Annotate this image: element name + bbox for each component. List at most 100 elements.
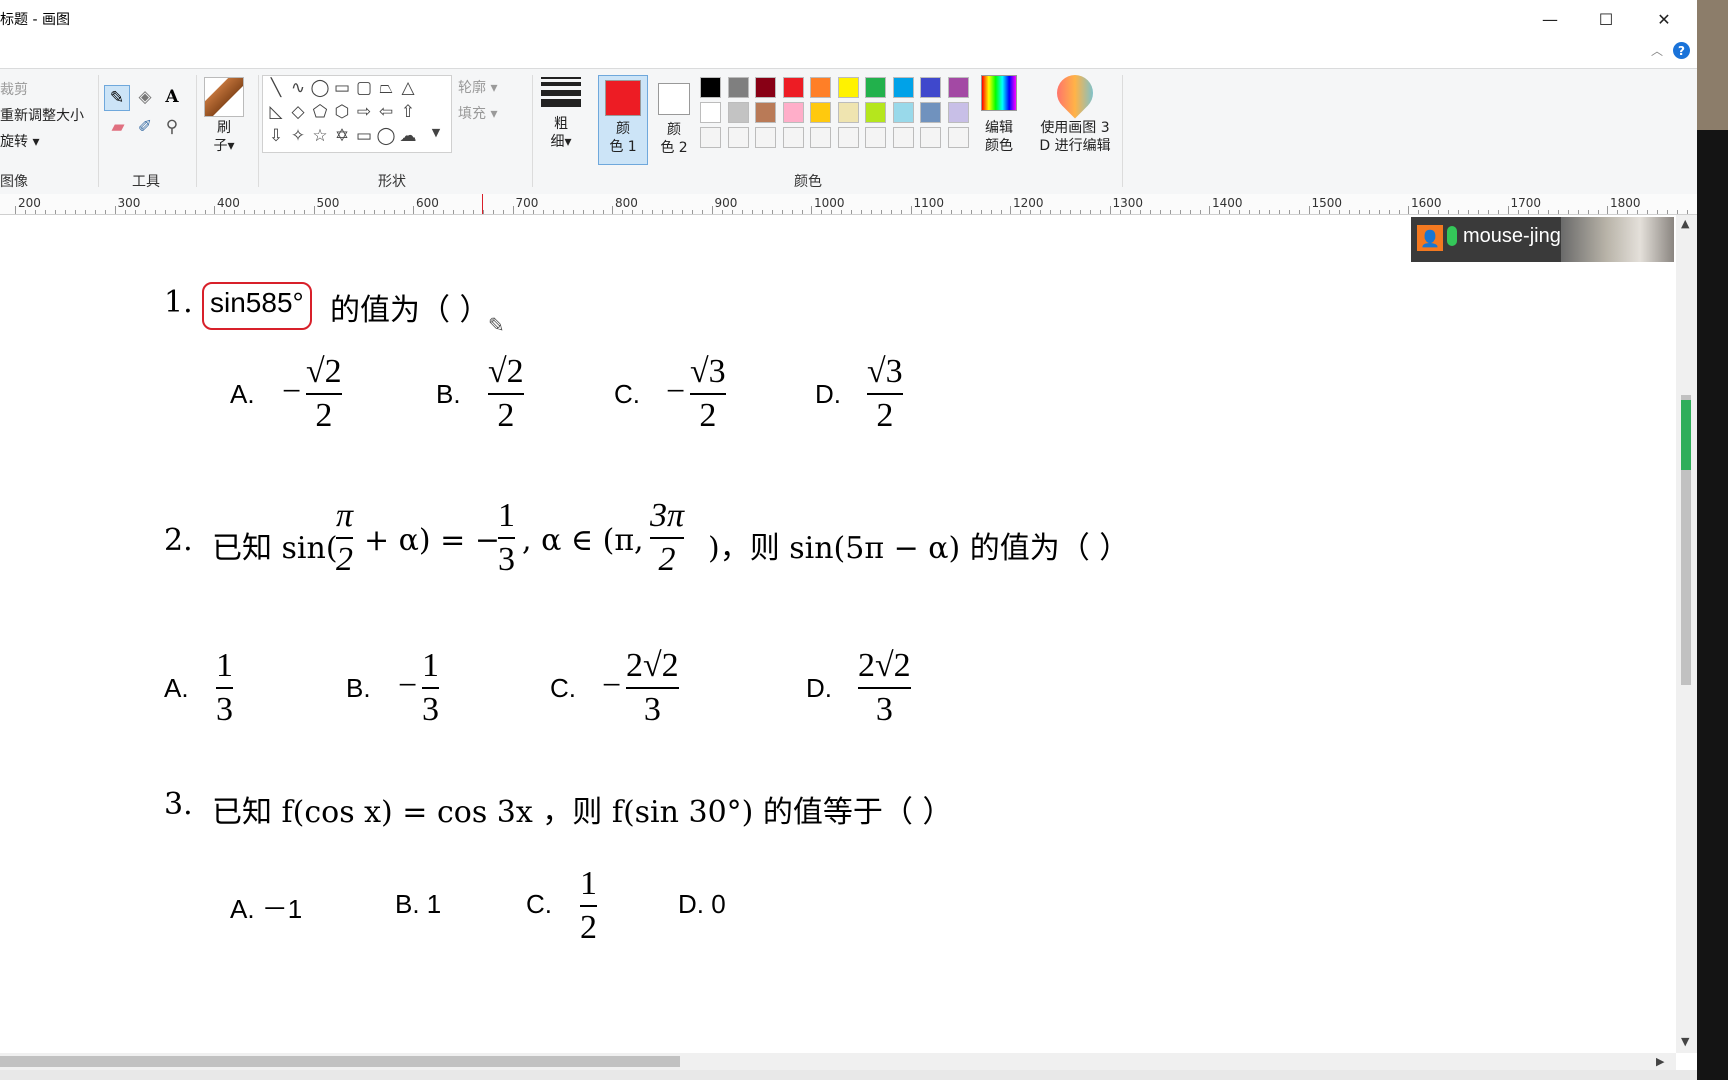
close-button[interactable]: ✕ bbox=[1636, 0, 1692, 38]
pentagon-shape-icon[interactable]: ⬠ bbox=[309, 102, 331, 122]
palette-swatch[interactable] bbox=[865, 102, 886, 123]
palette-swatch[interactable] bbox=[865, 77, 886, 98]
palette-swatch[interactable] bbox=[755, 77, 776, 98]
palette-swatch[interactable] bbox=[700, 77, 721, 98]
palette-swatch[interactable] bbox=[920, 127, 941, 148]
status-bar bbox=[0, 1070, 1697, 1080]
palette-swatch[interactable] bbox=[727, 127, 749, 148]
horizontal-scrollbar[interactable]: ▶ bbox=[0, 1053, 1676, 1070]
eraser-icon[interactable]: ▰ bbox=[106, 115, 130, 139]
scroll-up-icon[interactable]: ▲ bbox=[1681, 217, 1689, 230]
oval-shape-icon[interactable]: ◯ bbox=[309, 78, 331, 98]
fill-button[interactable]: 填充 ▾ bbox=[458, 103, 497, 123]
ruler-tick bbox=[373, 210, 375, 214]
desktop-edge-top bbox=[1697, 0, 1728, 130]
brushes-button[interactable]: 刷 子▾ bbox=[203, 77, 245, 155]
star5-shape-icon[interactable]: ☆ bbox=[309, 126, 331, 146]
help-icon[interactable]: ? bbox=[1673, 42, 1690, 59]
edit-colors-button[interactable]: 编辑 颜色 bbox=[976, 75, 1022, 155]
q2-option-numerator: 2√2 bbox=[626, 647, 679, 684]
ruler-tick bbox=[313, 206, 315, 214]
rotate-button[interactable]: 旋转 ▾ bbox=[0, 131, 39, 151]
palette-swatch[interactable] bbox=[892, 77, 914, 98]
palette-swatch[interactable] bbox=[810, 102, 831, 123]
size-button[interactable]: 粗 细▾ bbox=[538, 75, 584, 151]
palette-swatch[interactable] bbox=[837, 127, 859, 148]
palette-swatch[interactable] bbox=[782, 127, 804, 148]
palette-swatch[interactable] bbox=[947, 102, 969, 123]
drawing-canvas[interactable]: 1. sin585° 的值为（ ） ✎ A. − √2 2 B. √2 2 C. − √3 2 D. √… bbox=[0, 215, 1697, 1053]
outline-button[interactable]: 轮廓 ▾ bbox=[458, 77, 497, 97]
maximize-button[interactable]: ☐ bbox=[1578, 0, 1634, 38]
resize-button[interactable]: 重新调整大小 bbox=[0, 105, 84, 125]
minimize-button[interactable]: — bbox=[1522, 0, 1578, 38]
ruler-tick bbox=[1398, 210, 1400, 214]
palette-swatch[interactable] bbox=[727, 77, 749, 98]
ruler-tick bbox=[264, 210, 265, 214]
color2-button[interactable]: 颜 色 2 bbox=[650, 75, 698, 157]
palette-swatch[interactable] bbox=[782, 77, 804, 98]
horizontal-ruler: 200 300 400 500 600 700 800 900 1000 1100 1200 1300… bbox=[0, 194, 1698, 215]
ruler-tick bbox=[881, 210, 882, 214]
palette-swatch[interactable] bbox=[810, 127, 831, 148]
rounded-rect-shape-icon[interactable]: ▢ bbox=[353, 78, 375, 98]
palette-swatch[interactable] bbox=[700, 127, 721, 148]
ruler-tick bbox=[134, 210, 136, 214]
palette-swatch[interactable] bbox=[920, 77, 941, 98]
palette-swatch[interactable] bbox=[755, 127, 776, 148]
paint3d-button[interactable]: 使用画图 3 D 进行编辑 bbox=[1034, 67, 1116, 155]
line-shape-icon[interactable]: ╲ bbox=[265, 78, 287, 98]
right-triangle-shape-icon[interactable]: ◺ bbox=[265, 102, 287, 122]
palette-swatch[interactable] bbox=[837, 77, 859, 98]
scroll-down-icon[interactable]: ▼ bbox=[1681, 1035, 1689, 1048]
q2-option-denominator: 3 bbox=[875, 691, 893, 728]
polygon-shape-icon[interactable]: ⏢ bbox=[375, 78, 397, 98]
color1-button[interactable]: 颜 色 1 bbox=[598, 75, 648, 165]
scroll-right-icon[interactable]: ▶ bbox=[1656, 1055, 1664, 1068]
ruler-tick-label: 1100 bbox=[913, 196, 945, 210]
curve-shape-icon[interactable]: ∿ bbox=[287, 78, 309, 98]
palette-swatch[interactable] bbox=[892, 127, 914, 148]
palette-swatch[interactable] bbox=[700, 102, 721, 123]
ruler-tick bbox=[1478, 210, 1479, 214]
hexagon-shape-icon[interactable]: ⬡ bbox=[331, 102, 353, 122]
q2-option-denominator: 3 bbox=[216, 691, 233, 728]
rectangle-shape-icon[interactable]: ▭ bbox=[331, 78, 353, 98]
palette-swatch[interactable] bbox=[837, 102, 859, 123]
vertical-scrollbar[interactable]: ▲ ▼ bbox=[1676, 215, 1697, 1053]
ruler-tick bbox=[1687, 210, 1688, 214]
palette-swatch[interactable] bbox=[920, 102, 941, 123]
palette-swatch[interactable] bbox=[810, 77, 831, 98]
horizontal-scroll-thumb[interactable] bbox=[0, 1056, 680, 1067]
arrow-right-shape-icon[interactable]: ⇨ bbox=[353, 102, 375, 122]
diamond-shape-icon[interactable]: ◇ bbox=[287, 102, 309, 122]
q3-option-c-fraction: 12 bbox=[580, 865, 597, 947]
text-tool-icon[interactable]: A bbox=[160, 85, 184, 109]
magnifier-icon[interactable]: ⚲ bbox=[160, 115, 184, 139]
palette-swatch[interactable] bbox=[892, 102, 914, 123]
palette-swatch[interactable] bbox=[947, 77, 969, 98]
palette-swatch[interactable] bbox=[727, 102, 749, 123]
palette-swatch[interactable] bbox=[865, 127, 886, 148]
pencil-icon[interactable]: ✎ bbox=[104, 85, 130, 111]
group-separator bbox=[196, 75, 197, 187]
star6-shape-icon[interactable]: ✡ bbox=[331, 126, 353, 146]
triangle-shape-icon[interactable]: △ bbox=[397, 78, 419, 98]
color-picker-icon[interactable]: ✐ bbox=[133, 115, 157, 139]
ruler-tick bbox=[960, 210, 962, 214]
callout-rect-shape-icon[interactable]: ▭ bbox=[353, 126, 375, 146]
callout-oval-shape-icon[interactable]: ◯ bbox=[375, 126, 397, 146]
cloud-shape-icon[interactable]: ☁ bbox=[397, 126, 419, 146]
arrow-down-shape-icon[interactable]: ⇩ bbox=[265, 126, 287, 146]
palette-swatch[interactable] bbox=[947, 127, 969, 148]
star4-shape-icon[interactable]: ✧ bbox=[287, 126, 309, 146]
gallery-expand-icon[interactable]: ▼ bbox=[425, 126, 447, 139]
ruler-tick bbox=[284, 210, 285, 214]
chevron-up-icon[interactable]: ︿ bbox=[1651, 42, 1663, 59]
arrow-up-shape-icon[interactable]: ⇧ bbox=[397, 102, 419, 122]
palette-swatch[interactable] bbox=[755, 102, 776, 123]
palette-swatch[interactable] bbox=[782, 102, 804, 123]
fill-bucket-icon[interactable]: ◈ bbox=[133, 85, 157, 109]
crop-button[interactable]: 裁剪 bbox=[0, 79, 28, 99]
arrow-left-shape-icon[interactable]: ⇦ bbox=[375, 102, 397, 122]
